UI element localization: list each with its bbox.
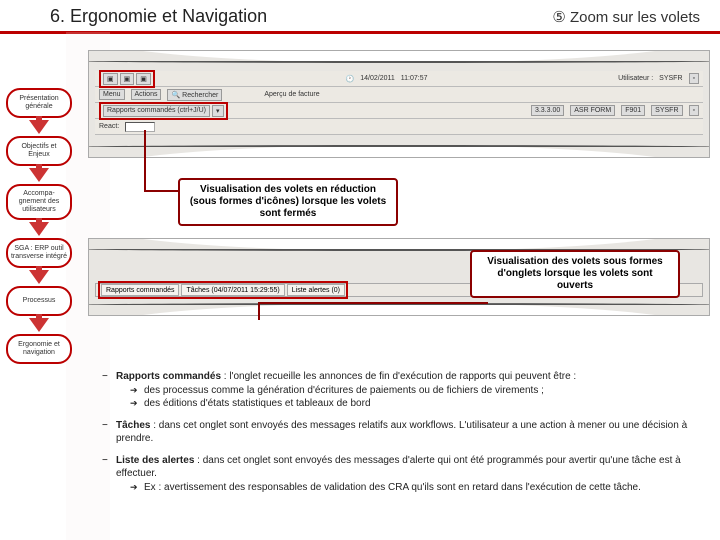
toolbar-icon[interactable]: ▣ <box>120 73 135 85</box>
react-label: React: <box>99 123 119 130</box>
zoom-label: ⑤ Zoom sur les volets <box>552 8 710 26</box>
sidebar-item-ergonomie[interactable]: Ergonomie et navigation <box>6 334 72 364</box>
list-item-alerts: Liste des alertes : dans cet onglet sont… <box>98 454 706 495</box>
user-value: SYSFR <box>659 75 682 82</box>
tab-tasks[interactable]: Tâches (04/07/2011 15:29:55) <box>181 284 284 296</box>
wavy-edge-icon <box>88 50 710 63</box>
tab-reports[interactable]: Rapports commandés <box>101 284 179 296</box>
actions-button[interactable]: Actions <box>131 89 162 100</box>
leader-line <box>144 130 146 190</box>
wavy-edge-icon <box>88 303 710 316</box>
zoom-text: Zoom sur les volets <box>570 9 700 26</box>
toolbar-icon[interactable]: ▫ <box>689 73 699 84</box>
menu-button[interactable]: Menu <box>99 89 125 100</box>
toolbar-icon[interactable]: ▣ <box>136 73 151 85</box>
callout-open-panes: Visualisation des volets sous formes d'o… <box>470 250 680 298</box>
list-item-reports: Rapports commandés : l'onglet recueille … <box>98 370 706 411</box>
status-badge: SYSFR <box>651 105 682 116</box>
leader-line <box>258 302 488 304</box>
leader-line <box>144 190 180 192</box>
tab-alerts[interactable]: Liste alertes (0) <box>287 284 345 296</box>
sub-item: des éditions d'états statistiques et tab… <box>116 397 706 411</box>
sidebar-item-sga[interactable]: SGA : ERP outil transverse intégré <box>6 238 72 268</box>
sidebar-item-processus[interactable]: Processus <box>6 286 72 316</box>
slide-header: 6. Ergonomie et Navigation ⑤ Zoom sur le… <box>0 0 720 34</box>
react-input[interactable] <box>125 122 155 132</box>
nav-sidebar: Présentation générale Objectifs et Enjeu… <box>0 88 78 364</box>
screenshot-closed-panes: ▣ ▣ ▣ 🕐 14/02/2011 11:07:57 Utilisateur … <box>88 50 710 158</box>
icon-group-highlight: ▣ ▣ ▣ <box>99 70 155 88</box>
time-value: 11:07:57 <box>401 75 428 82</box>
clock-icon: 🕐 <box>346 75 355 83</box>
sidebar-item-objectifs[interactable]: Objectifs et Enjeux <box>6 136 72 166</box>
toolbar-row-3: Rapports commandés (ctrl+J/U) ▾ 3.3.3.00… <box>95 103 703 119</box>
preview-label: Aperçu de facture <box>264 91 319 98</box>
search-button[interactable]: 🔍 Rechercher <box>167 89 222 101</box>
status-badge: 3.3.3.00 <box>531 105 564 116</box>
expand-icon[interactable]: ▾ <box>212 105 224 117</box>
callout-closed-panes: Visualisation des volets en réduction (s… <box>178 178 398 226</box>
tabs-highlight: Rapports commandés Tâches (04/07/2011 15… <box>98 281 348 299</box>
sidebar-item-accompagnement[interactable]: Accompa- gnement des utilisateurs <box>6 184 72 220</box>
react-row: React: <box>95 119 703 135</box>
toolbar-row-1: ▣ ▣ ▣ 🕐 14/02/2011 11:07:57 Utilisateur … <box>95 71 703 87</box>
status-badge: F901 <box>621 105 645 116</box>
reports-tab-highlight: Rapports commandés (ctrl+J/U) ▾ <box>99 102 228 120</box>
sidebar-item-presentation[interactable]: Présentation générale <box>6 88 72 118</box>
reports-tab[interactable]: Rapports commandés (ctrl+J/U) <box>103 105 210 117</box>
list-item-tasks: Tâches : dans cet onglet sont envoyés de… <box>98 419 706 446</box>
down-arrow-icon <box>29 222 49 236</box>
down-arrow-icon <box>29 318 49 332</box>
down-arrow-icon <box>29 168 49 182</box>
down-arrow-icon <box>29 270 49 284</box>
wavy-edge-icon <box>88 145 710 158</box>
toolbar-icon[interactable]: ▣ <box>103 73 118 85</box>
down-arrow-icon <box>29 120 49 134</box>
sub-item: Ex : avertissement des responsables de v… <box>116 481 706 495</box>
toolbar-icon[interactable]: ▫ <box>689 105 699 116</box>
status-badge: ASR FORM <box>570 105 615 116</box>
explanatory-text: Rapports commandés : l'onglet recueille … <box>98 370 706 502</box>
circled-number-icon: ⑤ <box>552 9 565 26</box>
main-area: ▣ ▣ ▣ 🕐 14/02/2011 11:07:57 Utilisateur … <box>88 50 710 320</box>
sub-item: des processus comme la génération d'écri… <box>116 384 706 398</box>
page-title: 6. Ergonomie et Navigation <box>50 6 267 27</box>
leader-line <box>258 302 260 320</box>
user-label: Utilisateur : <box>618 75 653 82</box>
date-value: 14/02/2011 <box>360 75 395 82</box>
